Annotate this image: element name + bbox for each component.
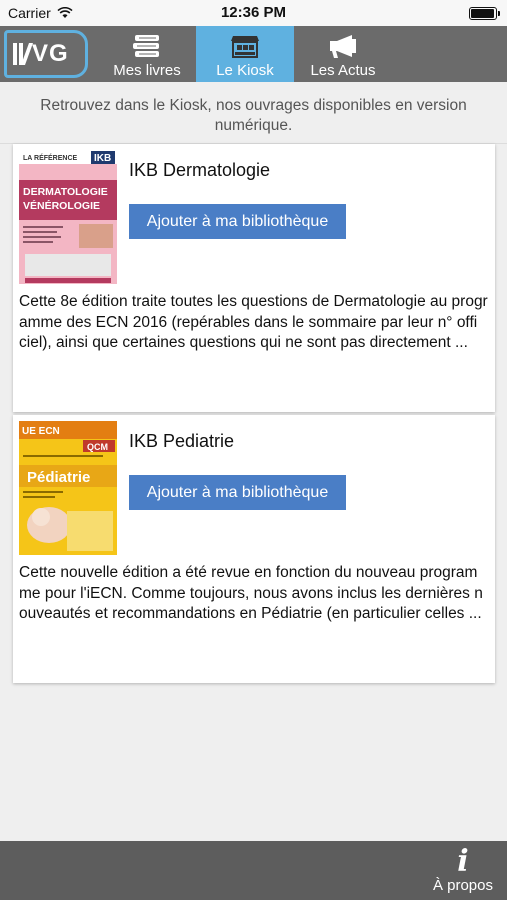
status-bar: Carrier 12:36 PM bbox=[0, 0, 507, 26]
tab-le-kiosk-label: Le Kiosk bbox=[216, 62, 274, 79]
book-title: IKB Dermatologie bbox=[129, 160, 271, 180]
tab-mes-livres[interactable]: Mes livres bbox=[98, 26, 196, 82]
book-description: Cette 8e édition traite toutes les quest… bbox=[19, 293, 488, 351]
cover-title-line2: VÉNÉROLOGIE bbox=[23, 199, 100, 212]
app-logo[interactable]: VG bbox=[4, 30, 88, 78]
cover-badge: IKB bbox=[94, 153, 111, 164]
megaphone-icon bbox=[330, 35, 356, 58]
battery-icon bbox=[469, 7, 500, 20]
add-to-library-button[interactable]: Ajouter à ma bibliothèque bbox=[129, 475, 346, 510]
book-cover-pediatrie[interactable]: UE ECN QCM Pédiatrie bbox=[19, 421, 117, 555]
about-button[interactable]: i À propos bbox=[433, 841, 493, 900]
cover-title-line1: Pédiatrie bbox=[27, 469, 90, 486]
cover-series-label: UE ECN bbox=[22, 426, 60, 437]
tab-les-actus[interactable]: Les Actus bbox=[294, 26, 392, 82]
about-label: À propos bbox=[432, 877, 493, 894]
tab-mes-livres-label: Mes livres bbox=[113, 62, 181, 79]
tab-le-kiosk[interactable]: Le Kiosk bbox=[196, 26, 294, 82]
top-nav-bar: VG Mes livres Le Kiosk Les Actus bbox=[0, 26, 507, 82]
cover-title-line1: DERMATOLOGIE bbox=[23, 186, 108, 198]
books-stack-icon bbox=[133, 35, 159, 57]
logo-bars-icon bbox=[13, 43, 34, 65]
book-card-pediatrie: UE ECN QCM Pédiatrie IKB Pediatrie Ajout… bbox=[13, 415, 495, 683]
cover-series-label: LA RÉFÉRENCE bbox=[23, 153, 78, 162]
book-title: IKB Pediatrie bbox=[129, 431, 235, 451]
tab-les-actus-label: Les Actus bbox=[310, 62, 376, 79]
info-icon: i bbox=[457, 844, 469, 879]
book-card-dermatologie: LA RÉFÉRENCE IKB DERMATOLOGIE VÉNÉROLOGI… bbox=[13, 144, 495, 412]
book-description: Cette nouvelle édition a été revue en fo… bbox=[19, 564, 483, 622]
book-cover-dermatologie[interactable]: LA RÉFÉRENCE IKB DERMATOLOGIE VÉNÉROLOGI… bbox=[19, 150, 117, 284]
add-to-library-button[interactable]: Ajouter à ma bibliothèque bbox=[129, 204, 346, 239]
logo-text: VG bbox=[32, 40, 69, 67]
kiosk-stand-icon bbox=[231, 36, 259, 58]
status-time: 12:36 PM bbox=[220, 4, 287, 21]
bottom-bar: i À propos bbox=[0, 841, 507, 900]
cover-badge: QCM bbox=[87, 442, 108, 452]
intro-text: Retrouvez dans le Kiosk, nos ouvrages di… bbox=[0, 82, 507, 144]
